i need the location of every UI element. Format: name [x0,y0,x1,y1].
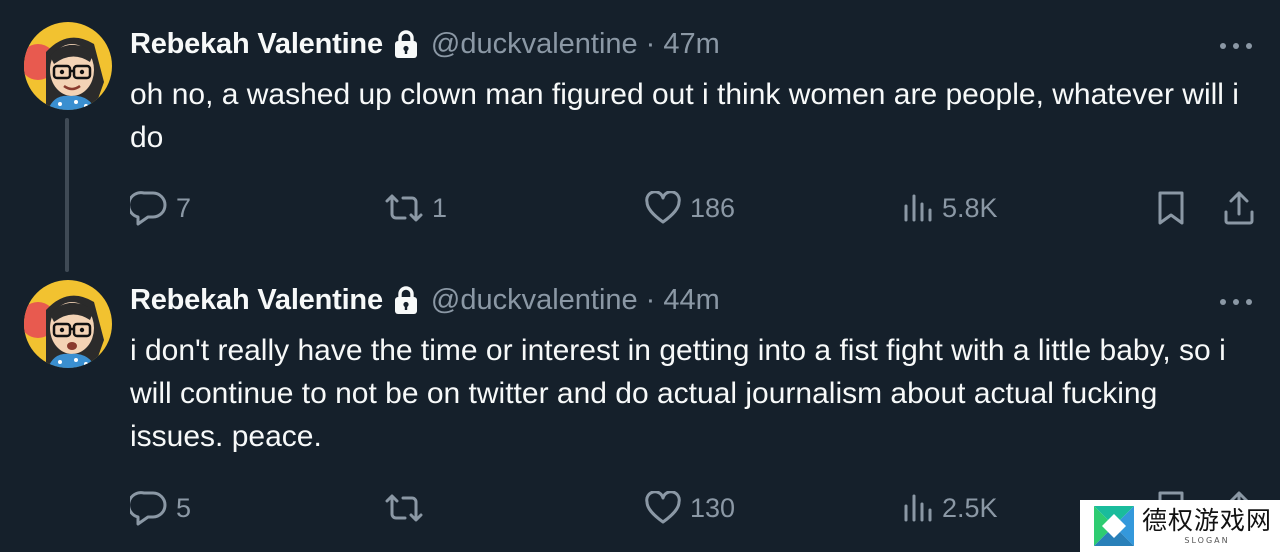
more-horizontal-icon [1220,299,1252,305]
reply-count: 5 [176,492,192,523]
like-button[interactable]: 186 [644,188,735,228]
heart-icon [645,191,681,224]
views-icon [904,194,932,222]
retweet-icon [385,194,423,222]
views-icon [904,494,932,522]
views-button[interactable]: 5.8K [902,188,998,228]
heart-icon [645,491,681,524]
avatar[interactable] [24,280,112,368]
view-count: 2.5K [942,492,998,523]
tweet-actions: 7 1 186 5.8K [130,188,1260,228]
separator-dot: · [645,283,656,316]
watermark-logo-icon [1094,506,1134,546]
view-count: 5.8K [942,192,998,223]
more-options-button[interactable] [1216,290,1256,314]
reply-icon [130,491,167,526]
retweet-icon [385,494,423,522]
avatar-illustration [24,280,112,368]
retweet-button[interactable] [384,488,432,528]
timestamp[interactable]: 47m [663,28,719,61]
tweet-header: Rebekah Valentine @duckvalentine · 47m [130,24,720,64]
tweet-text: oh no, a washed up clown man figured out… [130,78,1239,154]
watermark-title: 德权游戏网 [1142,506,1273,535]
lock-icon [393,29,419,59]
reply-icon [130,191,167,226]
like-count: 186 [690,192,736,223]
bookmark-button[interactable] [1156,188,1186,228]
like-count: 130 [690,492,736,523]
watermark-slogan: SLOGAN [1184,536,1230,545]
tweet-text: i don't really have the time or interest… [130,334,1226,453]
display-name[interactable]: Rebekah Valentine [130,28,383,61]
avatar-illustration [24,22,112,110]
bookmark-icon [1158,191,1184,225]
reply-count: 7 [176,192,192,223]
user-handle[interactable]: @duckvalentine [431,28,638,61]
tweet-header: Rebekah Valentine @duckvalentine · 44m [130,280,720,320]
display-name[interactable]: Rebekah Valentine [130,284,383,317]
reply-button[interactable]: 5 [130,488,191,528]
reply-button[interactable]: 7 [130,188,191,228]
more-options-button[interactable] [1216,34,1256,58]
separator-dot: · [645,27,656,60]
more-horizontal-icon [1220,43,1252,49]
retweet-count: 1 [432,192,448,223]
timestamp[interactable]: 44m [663,284,719,317]
share-button[interactable] [1222,188,1256,228]
views-button[interactable]: 2.5K [902,488,998,528]
share-icon [1224,191,1254,225]
retweet-button[interactable]: 1 [384,188,447,228]
like-button[interactable]: 130 [644,488,735,528]
tweet[interactable]: Rebekah Valentine @duckvalentine · 47m o… [0,0,1280,272]
lock-icon [393,285,419,315]
user-handle[interactable]: @duckvalentine [431,284,638,317]
site-watermark: 德权游戏网 SLOGAN [1080,500,1280,552]
thread-connector-line [65,118,69,272]
avatar[interactable] [24,22,112,110]
